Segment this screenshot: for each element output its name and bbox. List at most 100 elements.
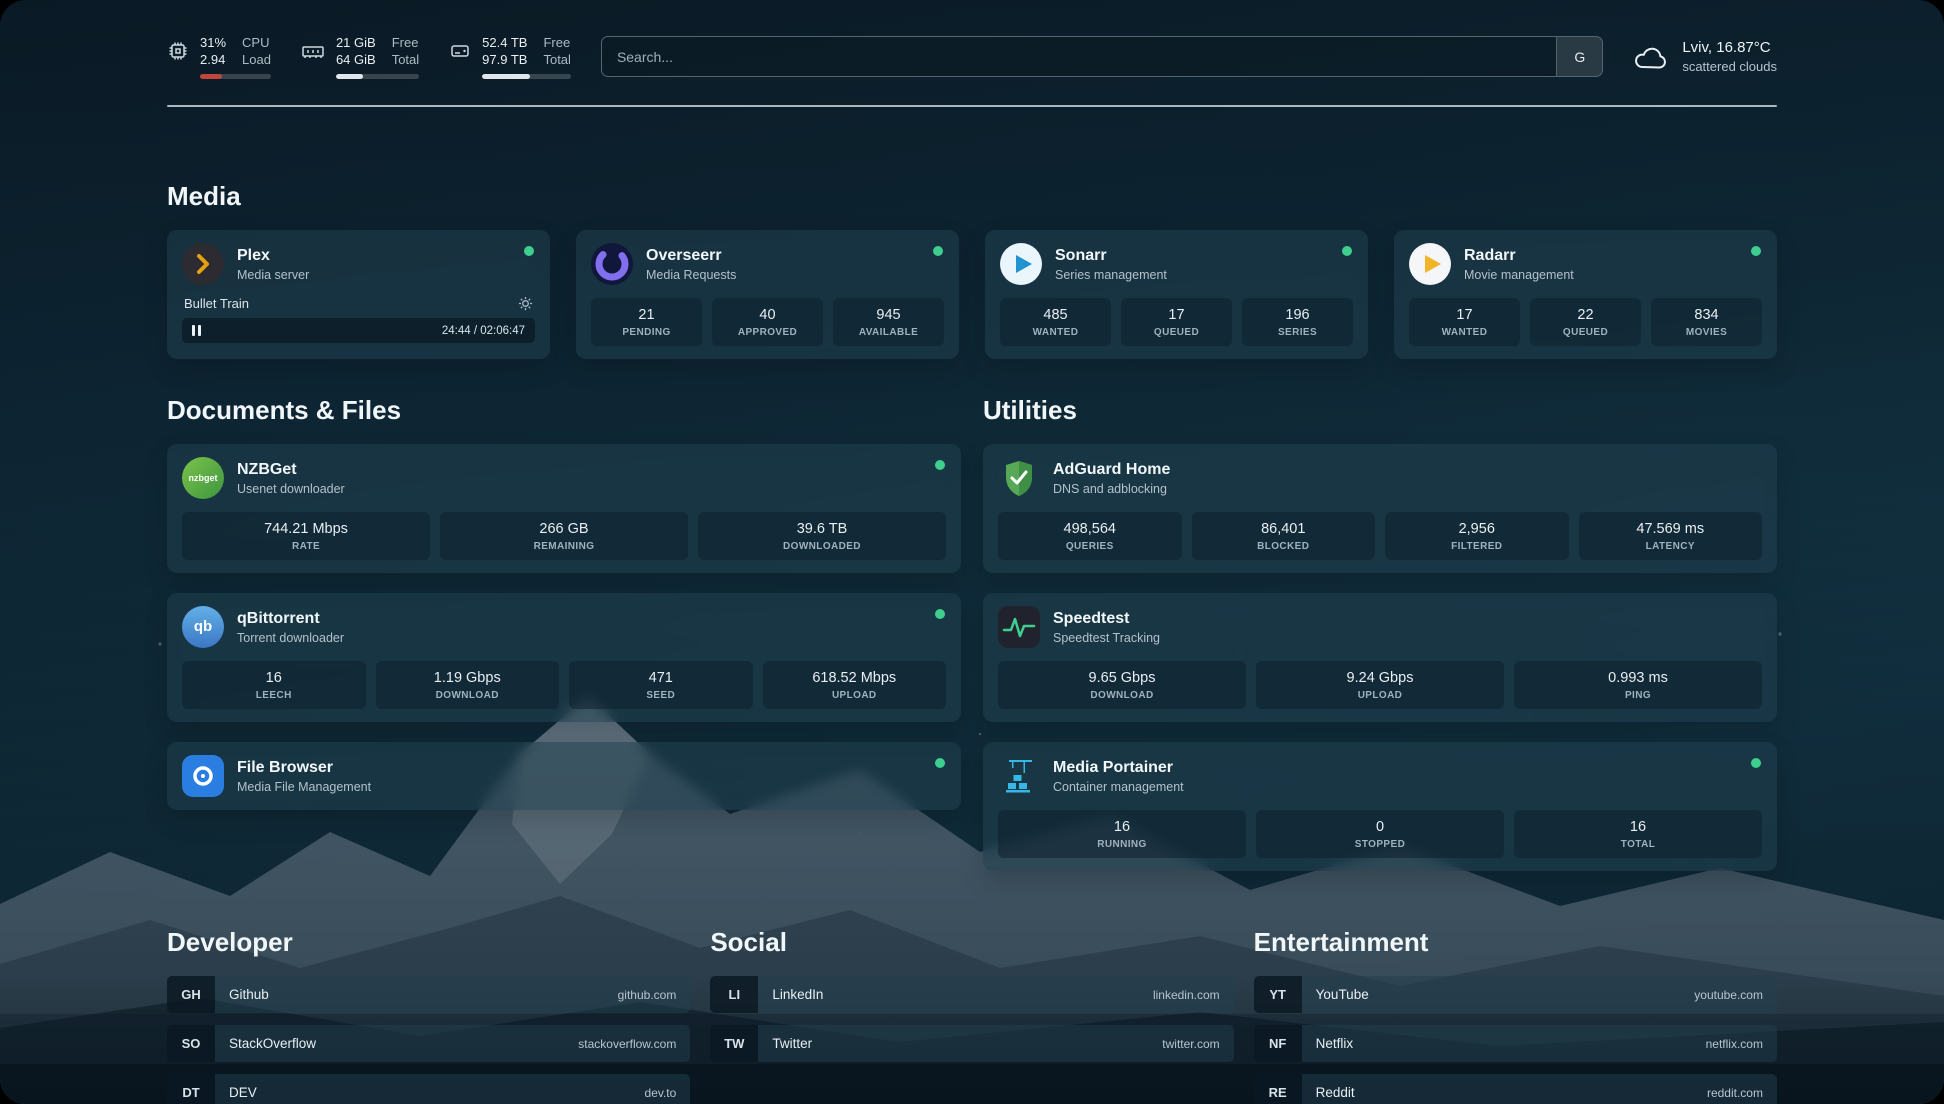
disk-label-top: Free (543, 34, 570, 51)
disk-total: 97.9 TB (482, 51, 527, 68)
search-input[interactable] (602, 37, 1556, 76)
memory-icon (301, 40, 325, 62)
bookmark-youtube[interactable]: YT YouTube youtube.com (1254, 976, 1777, 1013)
disk-icon (449, 40, 471, 62)
bookmark-netflix[interactable]: NF Netflixnetflix.com (1254, 1025, 1777, 1062)
status-dot (524, 246, 534, 256)
pause-icon[interactable] (192, 325, 201, 336)
cpu-percent: 31% (200, 34, 226, 51)
section-title-social: Social (710, 927, 1233, 958)
service-name[interactable]: File Browser (237, 759, 371, 777)
gear-icon[interactable] (518, 296, 533, 311)
bookmark-url: netflix.com (1706, 1037, 1763, 1051)
bookmark-url: github.com (618, 988, 677, 1002)
bookmark-url: stackoverflow.com (578, 1037, 676, 1051)
status-dot (1751, 246, 1761, 256)
github-icon: GH (167, 976, 215, 1013)
memory-progress-bar (336, 74, 419, 79)
stat: 498,564QUERIES (998, 512, 1182, 560)
service-name[interactable]: Plex (237, 247, 309, 265)
service-name[interactable]: NZBGet (237, 461, 345, 479)
stat: 16TOTAL (1514, 810, 1762, 858)
playback-bar: 24:44 / 02:06:47 (182, 318, 535, 343)
service-name[interactable]: AdGuard Home (1053, 461, 1170, 479)
bookmark-reddit[interactable]: RE Redditreddit.com (1254, 1074, 1777, 1104)
section-media: Media Plex Media server (167, 181, 1777, 359)
stat: 618.52 MbpsUPLOAD (763, 661, 947, 709)
overseerr-icon (591, 243, 633, 285)
stat: 9.24 GbpsUPLOAD (1256, 661, 1504, 709)
sonarr-icon (1000, 243, 1042, 285)
weather-widget: Lviv, 16.87°C scattered clouds (1633, 38, 1777, 75)
bookmark-twitter[interactable]: TW Twittertwitter.com (710, 1025, 1233, 1062)
service-card-qbittorrent: qb qBittorrent Torrent downloader 16LEEC… (167, 593, 961, 722)
memory-total: 64 GiB (336, 51, 376, 68)
bookmark-name: Twitter (772, 1036, 812, 1051)
service-card-speedtest: Speedtest Speedtest Tracking 9.65 GbpsDO… (983, 593, 1777, 722)
nzbget-icon: nzbget (182, 457, 224, 499)
stat: 17QUEUED (1121, 298, 1232, 346)
stat: 21PENDING (591, 298, 702, 346)
service-card-overseerr: Overseerr Media Requests 21PENDING 40APP… (576, 230, 959, 359)
bookmark-url: dev.to (645, 1086, 677, 1100)
service-desc: Media Requests (646, 268, 736, 282)
service-name[interactable]: qBittorrent (237, 610, 344, 628)
stat: 39.6 TBDOWNLOADED (698, 512, 946, 560)
stat: 485WANTED (1000, 298, 1111, 346)
stat: 834MOVIES (1651, 298, 1762, 346)
service-card-plex: Plex Media server Bullet Train (167, 230, 550, 359)
status-dot (1751, 758, 1761, 768)
service-name[interactable]: Media Portainer (1053, 759, 1184, 777)
service-card-radarr: Radarr Movie management 17WANTED 22QUEUE… (1394, 230, 1777, 359)
stat: 471SEED (569, 661, 753, 709)
memory-widget: 21 GiB Free 64 GiB Total (301, 34, 419, 79)
status-dot (933, 246, 943, 256)
playback-progress[interactable] (210, 324, 433, 337)
stat: 16LEECH (182, 661, 366, 709)
dashboard: 31% CPU 2.94 Load 21 GiB (0, 0, 1944, 1104)
plex-now-playing: Bullet Train 24:44 / 02:06:47 (182, 296, 535, 343)
disk-widget: 52.4 TB Free 97.9 TB Total (449, 34, 571, 79)
bookmark-name: YouTube (1316, 987, 1369, 1002)
bookmark-stackoverflow[interactable]: SO StackOverflowstackoverflow.com (167, 1025, 690, 1062)
section-title-developer: Developer (167, 927, 690, 958)
status-dot (935, 758, 945, 768)
service-card-filebrowser: File Browser Media File Management (167, 742, 961, 810)
service-name[interactable]: Sonarr (1055, 247, 1167, 265)
disk-label-bottom: Total (543, 51, 570, 68)
bookmark-name: Github (229, 987, 269, 1002)
service-desc: Media File Management (237, 780, 371, 794)
service-desc: Usenet downloader (237, 482, 345, 496)
memory-label-bottom: Total (392, 51, 419, 68)
service-name[interactable]: Speedtest (1053, 610, 1160, 628)
bookmark-url: youtube.com (1694, 988, 1763, 1002)
service-name[interactable]: Overseerr (646, 247, 736, 265)
stat: 1.19 GbpsDOWNLOAD (376, 661, 560, 709)
status-dot (935, 609, 945, 619)
stat: 22QUEUED (1530, 298, 1641, 346)
youtube-icon: YT (1254, 976, 1302, 1013)
section-title-utilities: Utilities (983, 395, 1777, 426)
playback-time: 24:44 / 02:06:47 (442, 325, 525, 337)
status-dot (935, 460, 945, 470)
bookmark-dev[interactable]: DT DEVdev.to (167, 1074, 690, 1104)
section-utilities: Utilities AdGu (983, 395, 1777, 871)
bookmark-name: Reddit (1316, 1085, 1355, 1100)
stat: 0.993 msPING (1514, 661, 1762, 709)
service-desc: Torrent downloader (237, 631, 344, 645)
stat: 266 GBREMAINING (440, 512, 688, 560)
bookmark-url: twitter.com (1162, 1037, 1219, 1051)
service-desc: Series management (1055, 268, 1167, 282)
search-engine-button[interactable]: G (1556, 37, 1602, 76)
cpu-label-bottom: Load (242, 51, 271, 68)
section-title-documents: Documents & Files (167, 395, 961, 426)
service-name[interactable]: Radarr (1464, 247, 1574, 265)
bookmark-name: DEV (229, 1085, 257, 1100)
now-playing-title: Bullet Train (184, 296, 249, 311)
cpu-load: 2.94 (200, 51, 226, 68)
bookmark-github[interactable]: GH Github github.com (167, 976, 690, 1013)
bookmark-group-developer: Developer GH Githubgithub.com SO StackOv… (167, 927, 690, 1104)
weather-location: Lviv, 16.87°C (1682, 38, 1777, 58)
bookmark-name: StackOverflow (229, 1036, 316, 1051)
bookmark-linkedin[interactable]: LI LinkedInlinkedin.com (710, 976, 1233, 1013)
